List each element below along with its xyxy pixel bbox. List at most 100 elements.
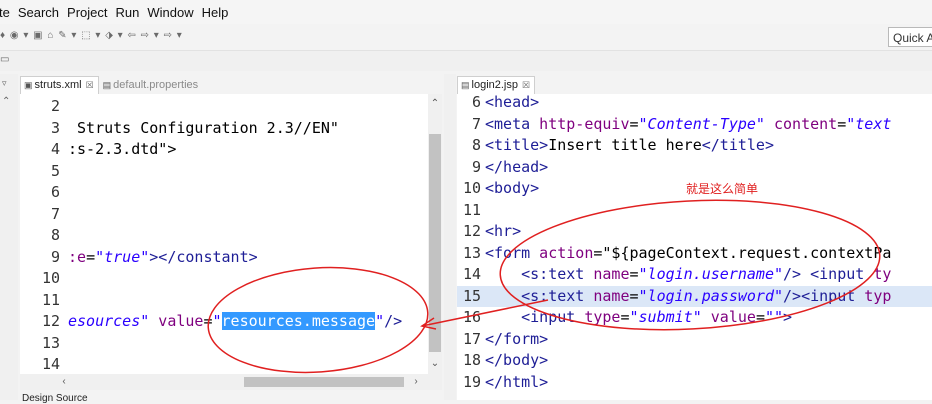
code-line[interactable]: 17 </form> <box>457 329 932 351</box>
restore-icon[interactable]: ▭ <box>0 54 9 65</box>
line-number: 6 <box>50 183 60 201</box>
code-token: name <box>584 265 630 283</box>
scroll-left-icon[interactable]: ‹ <box>58 376 70 387</box>
scroll-up-icon[interactable]: ⌃ <box>428 98 442 109</box>
code-token: Struts Configuration 2.3//EN" <box>68 118 339 137</box>
code-line[interactable]: 16 <input type="submit" value=""> <box>457 307 932 329</box>
code-token: ty <box>864 265 892 283</box>
code-token: = <box>86 247 96 266</box>
editor-divider[interactable] <box>444 74 456 400</box>
code-token: value <box>701 308 756 326</box>
code-line[interactable]: 12 esources" value="resources.message"/> <box>20 311 428 333</box>
code-token: content <box>764 114 838 133</box>
code-token: <s:text <box>521 286 585 305</box>
code-token: <meta <box>485 114 531 133</box>
scroll-thumb[interactable] <box>244 377 404 387</box>
tab-struts-xml[interactable]: ▣ struts.xml ☒ <box>20 76 99 94</box>
code-line[interactable]: 10 <box>20 268 428 290</box>
tab-default-properties[interactable]: ▤ default.properties <box>98 76 204 94</box>
menu-bar: te Search Project Run Window Help <box>0 0 932 24</box>
line-number: 12 <box>41 312 60 330</box>
menu-window[interactable]: Window <box>147 5 193 20</box>
close-icon[interactable]: ☒ <box>522 80 530 91</box>
code-line[interactable]: 3 Struts Configuration 2.3//EN" <box>20 118 428 140</box>
menu-item[interactable]: te <box>0 5 10 20</box>
menu-search[interactable]: Search <box>18 5 59 20</box>
perspective-strip <box>0 51 932 71</box>
scroll-thumb[interactable] <box>429 134 441 352</box>
code-line[interactable]: 19 </html> <box>457 372 932 394</box>
line-number: 15 <box>462 286 481 305</box>
code-token: = <box>755 308 765 326</box>
code-token: type <box>575 308 621 326</box>
code-line[interactable]: 2 <box>20 96 428 118</box>
code-token: "login.password" <box>638 286 784 305</box>
code-token: ="${pageContext.request.contextPa <box>593 243 892 262</box>
vertical-scrollbar[interactable]: ⌃ ⌄ <box>428 94 442 374</box>
code-line[interactable]: 13 <form action="${pageContext.request.co… <box>457 243 932 265</box>
code-token: " <box>212 312 222 330</box>
code-line[interactable]: 13 <box>20 333 428 355</box>
code-line[interactable]: 8 <box>20 225 428 247</box>
scroll-right-icon[interactable]: › <box>410 376 422 387</box>
code-token: <body> <box>485 179 540 197</box>
code-line[interactable]: 12 <hr> <box>457 221 932 243</box>
code-token: :e <box>68 247 87 266</box>
code-token: = <box>629 286 639 305</box>
code-line[interactable]: 4:s-2.3.dtd"> <box>20 139 428 161</box>
code-line[interactable]: 9 </head> <box>457 157 932 179</box>
close-icon[interactable]: ☒ <box>86 80 94 91</box>
line-number: 9 <box>471 157 481 176</box>
line-number: 13 <box>41 333 60 352</box>
scroll-down-icon[interactable]: ⌄ <box>428 358 442 369</box>
code-line[interactable]: 9:e="true"></constant> <box>20 247 428 269</box>
left-editor-tabs: ▣ struts.xml ☒ ▤ default.properties <box>20 74 204 94</box>
code-token: = <box>629 265 639 283</box>
code-token: = <box>203 312 213 330</box>
line-number: 2 <box>50 97 60 115</box>
code-token: <head> <box>485 94 540 111</box>
code-line[interactable]: 14 <s:text name="login.username"/> <inpu… <box>457 264 932 286</box>
line-number: 8 <box>471 136 481 154</box>
code-line[interactable]: 6 <head> <box>457 94 932 114</box>
code-line[interactable]: 6 <box>20 182 428 204</box>
code-token: http-equiv <box>530 114 630 133</box>
code-line[interactable]: 15 <s:text name="login.password"/><input… <box>457 285 932 307</box>
login2-jsp-editor[interactable]: 6 <head> 7 <meta http-equiv="Content-Type" … <box>457 94 932 400</box>
code-token: /><input <box>783 286 856 305</box>
toolbar-icons[interactable]: ♦ ◉ ▾ ▣ ⌂ ✎ ▾ ⬚ ▾ ⬗ ▾ ⇦ ⇨ ▾ ⇨ ▾ <box>0 30 183 41</box>
properties-file-icon: ▤ <box>102 79 112 90</box>
annotation-label: 就是这么简单 <box>686 182 759 196</box>
line-number: 14 <box>462 265 481 283</box>
design-source-tabs[interactable]: Design Source <box>22 393 88 404</box>
struts-xml-editor[interactable]: 23 Struts Configuration 2.3//EN" 4:s-2.3.… <box>20 94 428 374</box>
line-number: 17 <box>462 329 481 348</box>
horizontal-scrollbar[interactable]: ‹ › <box>20 374 442 390</box>
quick-access-field[interactable]: Quick A <box>888 27 932 47</box>
code-token: :s-2.3.dtd"> <box>68 140 177 158</box>
line-number: 11 <box>41 290 60 309</box>
line-number: 6 <box>471 94 481 111</box>
code-line[interactable]: 8 <title>Insert title here</title> <box>457 135 932 157</box>
code-token: = <box>620 308 630 326</box>
code-token: "login.username" <box>638 265 784 283</box>
code-line[interactable]: 11 <box>457 200 932 222</box>
minimize-icon[interactable]: ▿ <box>2 78 7 89</box>
menu-run[interactable]: Run <box>116 5 140 20</box>
menu-project[interactable]: Project <box>67 5 107 20</box>
line-number: 10 <box>41 269 60 287</box>
code-line[interactable]: 5 <box>20 161 428 183</box>
line-number: 10 <box>462 179 481 197</box>
code-line[interactable]: 14 <box>20 354 428 374</box>
line-number: 13 <box>462 243 481 262</box>
code-token: <hr> <box>485 222 522 240</box>
code-line[interactable]: 7 <meta http-equiv="Content-Type" content… <box>457 114 932 136</box>
collapse-icon[interactable]: ⌃ <box>2 96 10 107</box>
code-line[interactable]: 18 </body> <box>457 350 932 372</box>
code-line[interactable]: 11 <box>20 290 428 312</box>
menu-help[interactable]: Help <box>202 5 229 20</box>
line-number: 3 <box>50 118 60 137</box>
code-line[interactable]: 7 <box>20 204 428 226</box>
tab-login2-jsp[interactable]: ▤ login2.jsp ☒ <box>457 76 536 94</box>
selected-text: resources.message <box>221 312 376 330</box>
